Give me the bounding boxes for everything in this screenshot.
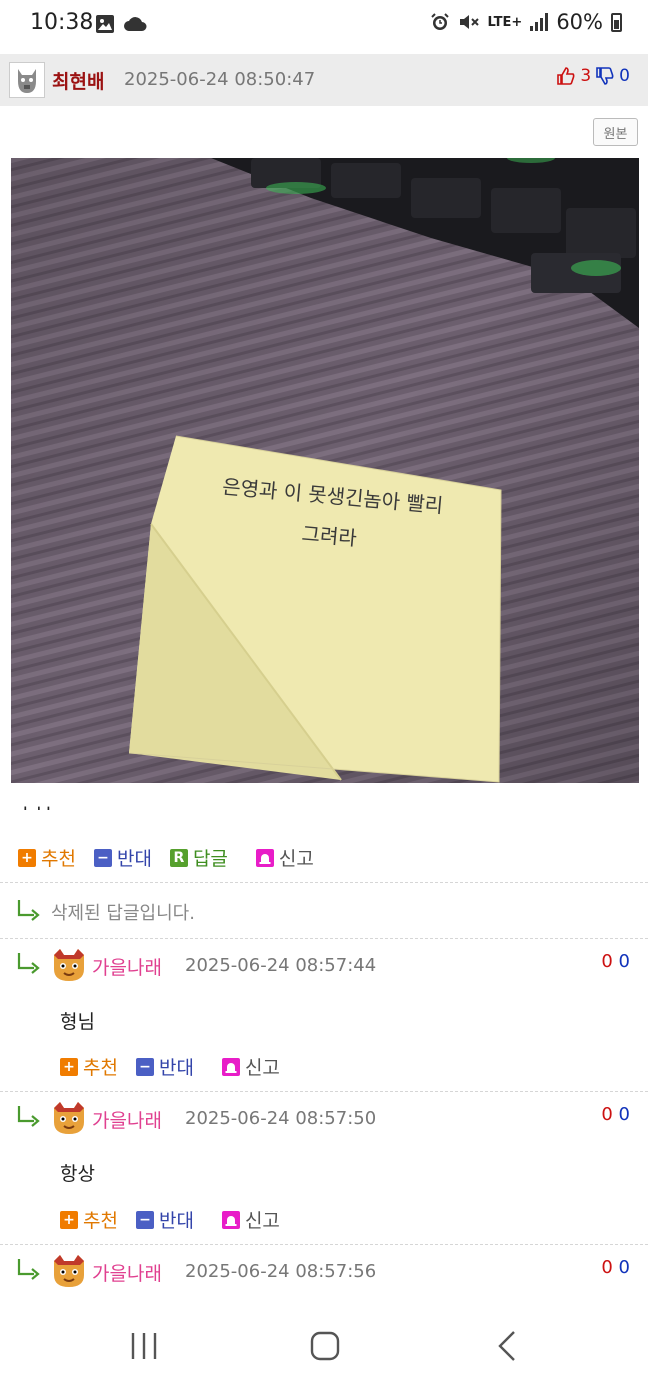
comment-author[interactable]: 가을나래 xyxy=(92,953,162,980)
original-image-button[interactable]: 원본 xyxy=(593,118,638,146)
siren-icon xyxy=(221,1210,240,1229)
divider xyxy=(0,1091,648,1092)
minus-icon: − xyxy=(135,1210,154,1229)
oppose-button[interactable]: − 반대 xyxy=(135,1206,194,1233)
avatar[interactable] xyxy=(50,1100,88,1136)
system-nav-bar xyxy=(0,1302,648,1390)
comment-date: 2025-06-24 08:57:44 xyxy=(185,955,377,976)
signal-icon xyxy=(530,13,549,31)
avatar[interactable] xyxy=(9,62,45,98)
battery-percent: 60% xyxy=(556,10,603,34)
comment-author[interactable]: 가을나래 xyxy=(92,1106,162,1133)
comment-body: 항상 xyxy=(60,1163,95,1185)
divider xyxy=(0,938,648,939)
report-button[interactable]: 신고 xyxy=(255,844,314,871)
home-icon[interactable] xyxy=(309,1330,341,1362)
siren-icon xyxy=(255,848,274,867)
comment-votes: 0 0 xyxy=(601,1257,630,1278)
comment-author[interactable]: 가을나래 xyxy=(92,1259,162,1286)
reply-icon: R xyxy=(169,848,188,867)
recommend-button[interactable]: + 추천 xyxy=(18,844,76,871)
reply-arrow-icon xyxy=(17,953,40,974)
post-body-text: ㅅㅂ xyxy=(16,796,53,810)
recommend-button[interactable]: + 추천 xyxy=(60,1053,118,1080)
post-votes: 3 0 xyxy=(556,66,630,86)
post-author[interactable]: 최현배 xyxy=(52,67,104,94)
image-icon xyxy=(96,15,114,33)
reply-arrow-icon xyxy=(17,1106,40,1127)
post-header: 최현배 2025-06-24 08:50:47 3 0 xyxy=(0,54,648,106)
avatar[interactable] xyxy=(50,1253,88,1289)
divider xyxy=(0,882,648,883)
post-actions: + 추천 − 반대 R 답글 신고 xyxy=(18,844,332,871)
oppose-button[interactable]: − 반대 xyxy=(93,844,152,871)
recent-apps-icon[interactable] xyxy=(128,1330,160,1362)
alarm-icon xyxy=(430,13,449,30)
comment-votes: 0 0 xyxy=(601,951,630,972)
thumbs-down-icon[interactable] xyxy=(595,66,615,86)
report-button[interactable]: 신고 xyxy=(221,1053,280,1080)
comment-votes: 0 0 xyxy=(601,1104,630,1125)
comment-body: 형님 xyxy=(60,1011,95,1033)
oppose-button[interactable]: − 반대 xyxy=(135,1053,194,1080)
minus-icon: − xyxy=(135,1057,154,1076)
plus-icon: + xyxy=(60,1057,78,1076)
comment-date: 2025-06-24 08:57:50 xyxy=(185,1108,377,1129)
post-date: 2025-06-24 08:50:47 xyxy=(124,69,316,90)
deleted-reply-text: 삭제된 답글입니다. xyxy=(51,903,195,924)
divider xyxy=(0,1244,648,1245)
thumbs-up-icon[interactable] xyxy=(556,66,576,86)
reply-arrow-icon xyxy=(17,1259,40,1280)
battery-icon xyxy=(611,12,622,32)
cloud-icon xyxy=(124,17,147,31)
siren-icon xyxy=(221,1057,240,1076)
post-photo[interactable]: 은영과 이 못생긴놈아 빨리 그려라 xyxy=(11,158,639,783)
lte-icon: LTE+ xyxy=(487,14,523,30)
upvote-count: 3 xyxy=(580,66,592,86)
reply-button[interactable]: R 답글 xyxy=(169,844,228,871)
status-bar: 10:38 LTE+ 60% xyxy=(0,0,648,50)
avatar[interactable] xyxy=(50,947,88,983)
comment-date: 2025-06-24 08:57:56 xyxy=(185,1261,377,1282)
status-time: 10:38 xyxy=(30,10,94,35)
plus-icon: + xyxy=(18,848,36,867)
plus-icon: + xyxy=(60,1210,78,1229)
comment-actions: + 추천 − 반대 신고 xyxy=(60,1206,298,1233)
recommend-button[interactable]: + 추천 xyxy=(60,1206,118,1233)
comment-actions: + 추천 − 반대 신고 xyxy=(60,1053,298,1080)
minus-icon: − xyxy=(93,848,112,867)
report-button[interactable]: 신고 xyxy=(221,1206,280,1233)
back-icon[interactable] xyxy=(494,1330,522,1362)
mute-icon xyxy=(459,15,479,29)
downvote-count: 0 xyxy=(619,66,630,86)
reply-arrow-icon xyxy=(17,900,40,921)
